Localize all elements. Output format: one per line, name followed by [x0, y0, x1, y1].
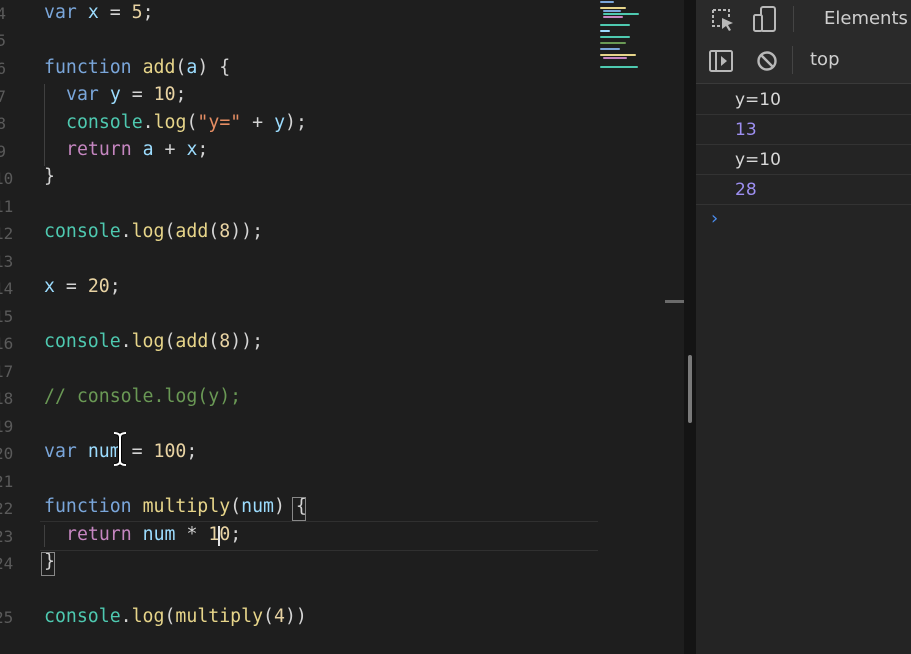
console-log-text: y=10: [735, 150, 781, 170]
line-number: 21: [0, 472, 14, 491]
indent-guide: [44, 84, 45, 166]
sidebar-toggle-icon[interactable]: [708, 49, 734, 73]
text-caret: [218, 526, 220, 546]
console-message: 28: [696, 174, 911, 205]
code-line[interactable]: function add(a) {: [44, 57, 230, 79]
line-number: 15: [0, 307, 14, 326]
console-prompt-icon[interactable]: ›: [711, 208, 718, 229]
bracket-match-highlight: [41, 552, 55, 576]
line-number: 13: [0, 252, 14, 271]
panel-resize-handle[interactable]: [688, 355, 692, 423]
context-selector[interactable]: top: [810, 49, 840, 70]
line-number: 19: [0, 417, 14, 436]
line-number: 24: [0, 554, 14, 573]
code-line[interactable]: console.log(add(8));: [44, 221, 263, 243]
console-log-number: 28: [735, 180, 757, 200]
code-line[interactable]: console.log(multiply(4)): [44, 606, 307, 628]
console-toolbar: top: [696, 38, 911, 84]
line-number: 18: [0, 389, 14, 408]
code-line[interactable]: function multiply(num) {: [44, 496, 307, 518]
tab-elements[interactable]: Elements: [824, 8, 908, 29]
code-line[interactable]: var y = 10;: [66, 84, 186, 106]
toolbar-separator: [792, 46, 793, 74]
line-number: 5: [0, 31, 6, 50]
line-number: 4: [0, 4, 6, 23]
console-message: y=10: [696, 84, 911, 115]
panel-divider[interactable]: [684, 0, 696, 654]
code-line[interactable]: // console.log(y);: [44, 386, 241, 408]
code-line[interactable]: return a + x;: [66, 139, 208, 161]
code-line[interactable]: }: [44, 166, 55, 188]
console-log-text: y=10: [735, 90, 781, 110]
devtools-panel: Elements top y=10 13 y=10 28 ›: [696, 0, 911, 654]
editor-scrollbar-thumb[interactable]: [665, 300, 684, 303]
line-number: 25: [0, 608, 14, 627]
bracket-match-highlight: [292, 497, 306, 521]
line-number: 14: [0, 279, 14, 298]
indent-guide: [44, 525, 45, 547]
line-number: 8: [0, 114, 6, 133]
line-number: 11: [0, 197, 14, 216]
clear-console-icon[interactable]: [756, 50, 778, 72]
minimap[interactable]: [600, 0, 670, 80]
code-line[interactable]: console.log(add(8));: [44, 331, 263, 353]
code-line[interactable]: x = 20;: [44, 276, 121, 298]
code-line[interactable]: return num * 10;: [66, 524, 241, 546]
line-number: 23: [0, 527, 14, 546]
code-editor[interactable]: 4 5 6 7 8 9 10 11 12 13 14 15 16 17 18 1…: [0, 0, 684, 654]
line-number: 20: [0, 444, 14, 463]
line-number: 10: [0, 169, 14, 188]
device-toolbar-icon[interactable]: [752, 5, 780, 33]
code-line[interactable]: var x = 5;: [44, 2, 154, 24]
line-number: 16: [0, 334, 14, 353]
line-number: 22: [0, 499, 14, 518]
console-message: 13: [696, 114, 911, 145]
text-cursor-icon: [113, 432, 127, 466]
line-number: 6: [0, 59, 6, 78]
line-number: 17: [0, 362, 14, 381]
code-line[interactable]: console.log("y=" + y);: [66, 112, 307, 134]
toolbar-separator: [793, 6, 794, 32]
line-number: 12: [0, 224, 14, 243]
console-log-number: 13: [735, 120, 757, 140]
editor-scrollbar-track[interactable]: [662, 0, 684, 654]
devtools-tabbar: Elements: [696, 0, 911, 39]
inspect-element-icon[interactable]: [710, 7, 736, 33]
line-number: 9: [0, 142, 6, 161]
line-number: 7: [0, 87, 6, 106]
console-message: y=10: [696, 144, 911, 175]
